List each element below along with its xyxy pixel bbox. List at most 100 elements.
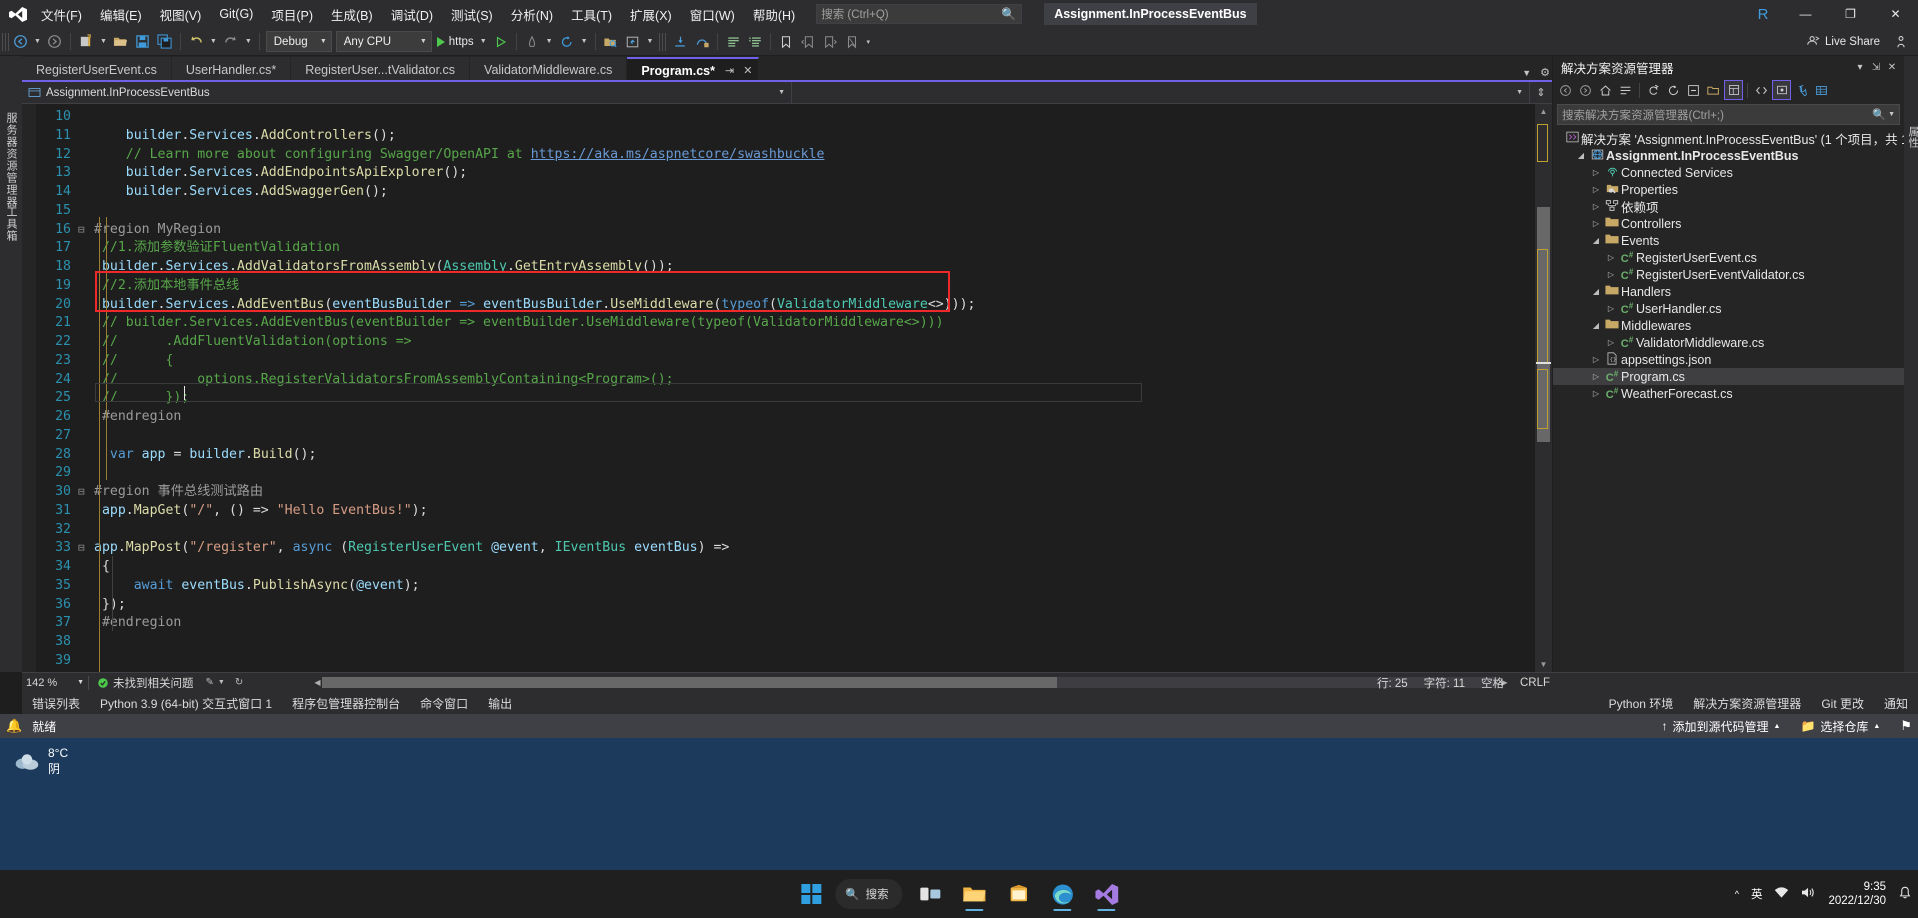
toolbox-tab[interactable]: 工具箱 — [3, 206, 19, 242]
tree-item-2[interactable]: ▷ Properties — [1553, 181, 1904, 198]
solution-platform-combo[interactable]: Any CPU ▼ — [335, 31, 432, 52]
undo-icon[interactable] — [185, 31, 207, 53]
panel-tab-output[interactable]: 输出 — [478, 692, 522, 714]
menu-tools[interactable]: 工具(T) — [562, 0, 621, 29]
tree-expander-2[interactable]: ▷ — [1589, 185, 1603, 194]
live-preview-icon[interactable] — [622, 31, 644, 53]
tab-list-dropdown-icon[interactable]: ▼ — [1522, 68, 1531, 78]
se-properties-grid-icon[interactable] — [1812, 80, 1831, 100]
tab-RegisterUserEventValidator[interactable]: RegisterUser...tValidator.cs — [291, 57, 471, 82]
tree-expander-11[interactable]: ▷ — [1604, 338, 1618, 347]
tree-item-1[interactable]: ▷ Connected Services — [1553, 164, 1904, 181]
next-bookmark-icon[interactable] — [819, 31, 841, 53]
start-button[interactable] — [791, 874, 831, 914]
maximize-button[interactable]: ❐ — [1828, 0, 1873, 28]
notification-bell-icon[interactable]: ⚑ — [1900, 718, 1912, 734]
scroll-up-icon[interactable]: ▲ — [1535, 104, 1552, 119]
store-button[interactable] — [999, 874, 1039, 914]
navbar-member-combo[interactable]: ▼ — [792, 82, 1530, 103]
se-search-dropdown-icon[interactable]: ▼ — [1888, 111, 1895, 118]
menu-file[interactable]: 文件(F) — [32, 0, 91, 29]
live-preview-dropdown-icon[interactable]: ▼ — [644, 38, 657, 45]
tree-expander-10[interactable]: ◢ — [1589, 321, 1603, 330]
undo-dropdown-icon[interactable]: ▼ — [207, 38, 220, 45]
panel-pin-icon[interactable]: ⇲ — [1868, 62, 1884, 73]
zoom-level-selector[interactable]: 142 % ▼ — [22, 674, 88, 692]
solution-explorer-tree[interactable]: 解决方案 'Assignment.InProcessEventBus' (1 个… — [1553, 128, 1904, 672]
panel-dropdown-icon[interactable]: ▾ — [1852, 62, 1868, 73]
toolbar-grip[interactable] — [2, 32, 9, 51]
issues-nav[interactable]: ✎ ▼ ↻ — [202, 677, 252, 688]
ime-language-indicator[interactable]: 英 — [1751, 886, 1763, 902]
tree-item-10[interactable]: ◢ Middlewares — [1553, 317, 1904, 334]
tree-expander-3[interactable]: ▷ — [1589, 202, 1603, 211]
tree-item-9[interactable]: ▷ C# UserHandler.cs — [1553, 300, 1904, 317]
tree-expander-8[interactable]: ◢ — [1589, 287, 1603, 296]
hot-reload-dropdown-icon[interactable]: ▼ — [543, 38, 556, 45]
panel-tab-python-environments[interactable]: Python 环境 — [1599, 692, 1684, 714]
code-text-area[interactable]: builder.Services.AddControllers(); // Le… — [94, 104, 1535, 672]
toolbar-overflow-icon[interactable]: ▾ — [863, 38, 873, 46]
tree-expander-1[interactable]: ▷ — [1589, 168, 1603, 177]
preview-selected-items-icon[interactable] — [1772, 80, 1791, 100]
forward-icon[interactable] — [1576, 80, 1595, 100]
tab-UserHandler[interactable]: UserHandler.cs* — [171, 57, 292, 82]
file-explorer-button[interactable] — [955, 874, 995, 914]
new-project-icon[interactable] — [75, 31, 97, 53]
account-avatar[interactable]: R — [1743, 0, 1783, 28]
visual-studio-taskbar-button[interactable] — [1087, 874, 1127, 914]
menu-debug[interactable]: 调试(D) — [382, 0, 442, 29]
menu-help[interactable]: 帮助(H) — [744, 0, 804, 29]
select-process-icon[interactable] — [600, 31, 622, 53]
split-editor-icon[interactable]: ⇕ — [1530, 86, 1552, 99]
open-file-icon[interactable] — [110, 31, 132, 53]
toolbar-grip-2[interactable] — [659, 32, 667, 51]
live-share-button[interactable]: Live Share — [1798, 35, 1888, 49]
uncomment-lines-icon[interactable] — [744, 31, 766, 53]
back-icon[interactable] — [1556, 80, 1575, 100]
tree-expander-9[interactable]: ▷ — [1604, 304, 1618, 313]
home-icon[interactable] — [1596, 80, 1615, 100]
menu-project[interactable]: 项目(P) — [262, 0, 322, 29]
menu-edit[interactable]: 编辑(E) — [91, 0, 151, 29]
indentation-indicator[interactable]: 空格 — [1473, 675, 1512, 691]
tree-expander-14[interactable]: ▷ — [1589, 389, 1603, 398]
tree-item-3[interactable]: ▷ 依赖项 — [1553, 198, 1904, 215]
start-without-debugging-icon[interactable] — [490, 31, 512, 53]
tree-expander-0[interactable]: ◢ — [1574, 151, 1588, 160]
weather-widget[interactable]: 8°C 阴 — [14, 746, 68, 777]
select-repository-button[interactable]: 📁 选择仓库 ▲ — [1800, 718, 1880, 735]
comment-lines-icon[interactable] — [722, 31, 744, 53]
close-button[interactable]: ✕ — [1873, 0, 1918, 28]
redo-icon[interactable] — [220, 31, 242, 53]
pending-changes-icon[interactable] — [1616, 80, 1635, 100]
close-icon[interactable]: ✕ — [743, 64, 752, 77]
panel-tab-package-manager-console[interactable]: 程序包管理器控制台 — [282, 692, 410, 714]
editor-horizontal-scrollbar[interactable] — [322, 677, 1498, 688]
menu-window[interactable]: 窗口(W) — [681, 0, 744, 29]
code-folding-gutter[interactable]: ⊟ ⊟ ⊟ — [78, 104, 94, 672]
navbar-project-combo[interactable]: Assignment.InProcessEventBus ▼ — [22, 82, 792, 103]
prev-bookmark-icon[interactable] — [797, 31, 819, 53]
panel-tab-error-list[interactable]: 错误列表 — [22, 692, 90, 714]
menu-extensions[interactable]: 扩展(X) — [621, 0, 681, 29]
tab-settings-gear-icon[interactable]: ⚙ — [1540, 66, 1550, 79]
show-all-files-icon[interactable] — [1704, 80, 1723, 100]
task-view-button[interactable] — [911, 874, 951, 914]
tree-item-11[interactable]: ▷ C# ValidatorMiddleware.cs — [1553, 334, 1904, 351]
new-project-dropdown-icon[interactable]: ▼ — [97, 38, 110, 45]
restart-icon[interactable] — [556, 31, 578, 53]
sync-with-document-icon[interactable] — [1644, 80, 1663, 100]
bookmark-icon[interactable] — [775, 31, 797, 53]
tree-item-6[interactable]: ▷ C# RegisterUserEvent.cs — [1553, 249, 1904, 266]
tree-expander-5[interactable]: ◢ — [1589, 236, 1603, 245]
navigate-backward-dropdown-icon[interactable]: ▼ — [31, 38, 44, 45]
panel-tab-python-interactive[interactable]: Python 3.9 (64-bit) 交互式窗口 1 — [90, 692, 282, 714]
menu-build[interactable]: 生成(B) — [322, 0, 382, 29]
taskbar-clock[interactable]: 9:35 2022/12/30 — [1828, 880, 1886, 908]
tree-item-5[interactable]: ◢ Events — [1553, 232, 1904, 249]
edge-button[interactable] — [1043, 874, 1083, 914]
panel-close-icon[interactable]: ✕ — [1884, 62, 1900, 73]
tab-ValidatorMiddleware[interactable]: ValidatorMiddleware.cs — [470, 57, 628, 82]
network-icon[interactable] — [1774, 886, 1789, 902]
